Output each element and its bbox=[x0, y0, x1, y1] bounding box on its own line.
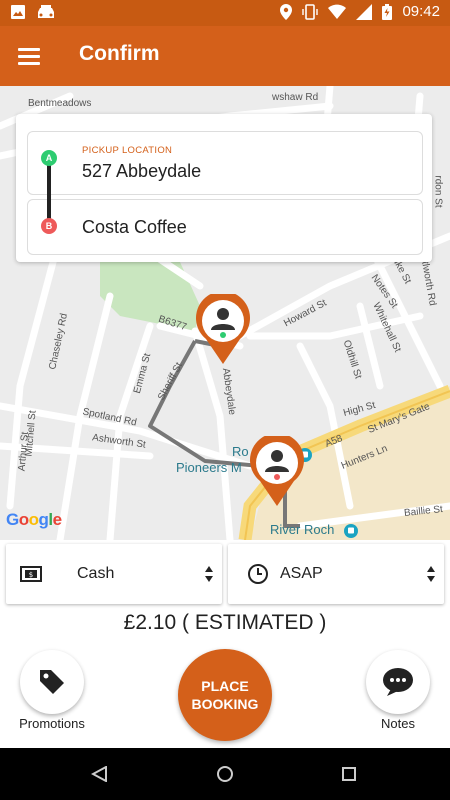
wifi-icon bbox=[328, 4, 347, 19]
svg-text:$: $ bbox=[29, 571, 33, 579]
payment-label: Cash bbox=[77, 565, 115, 582]
menu-icon[interactable] bbox=[18, 44, 42, 68]
place-booking-line2: BOOKING bbox=[191, 696, 259, 712]
estimated-price: £2.10 ( ESTIMATED ) bbox=[123, 611, 327, 634]
map-label: wshaw Rd bbox=[272, 92, 319, 103]
dropdown-arrows-icon bbox=[205, 566, 213, 582]
pickup-pin-icon[interactable] bbox=[194, 294, 252, 364]
dropoff-value: Costa Coffee bbox=[82, 217, 187, 237]
poi-label: Ro bbox=[232, 444, 249, 459]
pickup-caption: PICKUP LOCATION bbox=[82, 145, 173, 156]
google-logo: Google bbox=[6, 510, 62, 529]
vibrate-icon bbox=[302, 3, 319, 20]
battery-icon bbox=[382, 3, 393, 20]
home-icon[interactable] bbox=[216, 765, 234, 783]
map-label: Bentmeadows bbox=[28, 98, 92, 109]
promotions-button[interactable] bbox=[20, 650, 84, 714]
transit-poi-icon bbox=[344, 524, 358, 538]
taxi-notification-icon bbox=[38, 5, 54, 18]
app-bar: Confirm bbox=[0, 26, 450, 86]
location-icon bbox=[280, 3, 293, 20]
timing-label: ASAP bbox=[280, 565, 323, 582]
poi-label: River Roch bbox=[270, 522, 335, 537]
status-bar: 09:42 bbox=[0, 0, 450, 26]
back-icon[interactable] bbox=[91, 766, 109, 782]
clock-icon bbox=[248, 564, 268, 584]
map-label: rdon St bbox=[432, 175, 444, 208]
image-notification-icon bbox=[11, 5, 25, 19]
tag-icon bbox=[40, 670, 64, 694]
dropoff-pin-icon[interactable] bbox=[248, 436, 306, 506]
pickup-field[interactable]: PICKUP LOCATION 527 Abbeydale bbox=[27, 131, 423, 195]
system-nav-bar bbox=[0, 748, 450, 800]
signal-icon bbox=[356, 3, 373, 20]
pickup-value: 527 Abbeydale bbox=[82, 161, 202, 181]
dropdown-arrows-icon bbox=[427, 566, 435, 582]
payment-selector[interactable]: $ Cash bbox=[6, 544, 222, 604]
pickup-marker: A bbox=[41, 150, 57, 166]
poi-label: Pioneers M bbox=[176, 460, 242, 475]
page-title: Confirm bbox=[79, 42, 160, 65]
status-time: 09:42 bbox=[402, 3, 440, 20]
timing-selector[interactable]: ASAP bbox=[228, 544, 444, 604]
notes-button[interactable] bbox=[366, 650, 430, 714]
dropoff-field[interactable]: Costa Coffee bbox=[27, 199, 423, 255]
place-booking-button[interactable]: PLACE BOOKING bbox=[178, 649, 272, 741]
dropoff-marker: B bbox=[41, 218, 57, 234]
promotions-label: Promotions bbox=[19, 716, 85, 731]
notes-label: Notes bbox=[381, 716, 415, 731]
chat-bubble-icon bbox=[383, 668, 413, 696]
route-connector bbox=[47, 160, 51, 220]
route-card: PICKUP LOCATION 527 Abbeydale Costa Coff… bbox=[16, 114, 432, 262]
cash-icon: $ bbox=[20, 566, 42, 582]
place-booking-line1: PLACE bbox=[201, 678, 249, 694]
recents-icon[interactable] bbox=[341, 766, 357, 782]
